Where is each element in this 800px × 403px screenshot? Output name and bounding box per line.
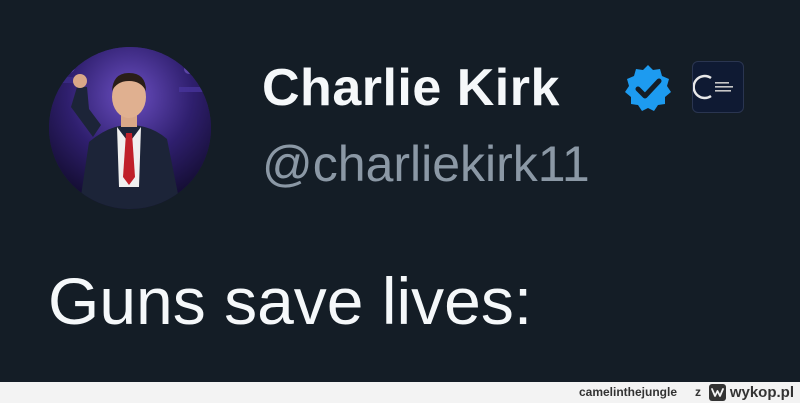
- user-handle[interactable]: @charliekirk11: [262, 134, 590, 194]
- display-name[interactable]: Charlie Kirk: [262, 56, 560, 120]
- footer-username[interactable]: camelinthejungle: [579, 385, 677, 400]
- wykop-logo-icon: [709, 384, 726, 401]
- watermark-footer: camelinthejungle z wykop.pl: [0, 382, 800, 403]
- verified-badge-icon: [622, 62, 674, 114]
- page: Charlie Kirk @charliekirk11 Guns save li…: [0, 0, 800, 403]
- footer-site-name[interactable]: wykop.pl: [730, 384, 794, 401]
- affiliate-org-badge-icon[interactable]: [692, 61, 744, 113]
- tweet-text: Guns save lives:: [48, 264, 533, 338]
- avatar-photo: [49, 47, 211, 209]
- footer-separator: z: [695, 385, 701, 399]
- avatar[interactable]: [49, 47, 211, 209]
- tweet-card: Charlie Kirk @charliekirk11 Guns save li…: [0, 0, 800, 382]
